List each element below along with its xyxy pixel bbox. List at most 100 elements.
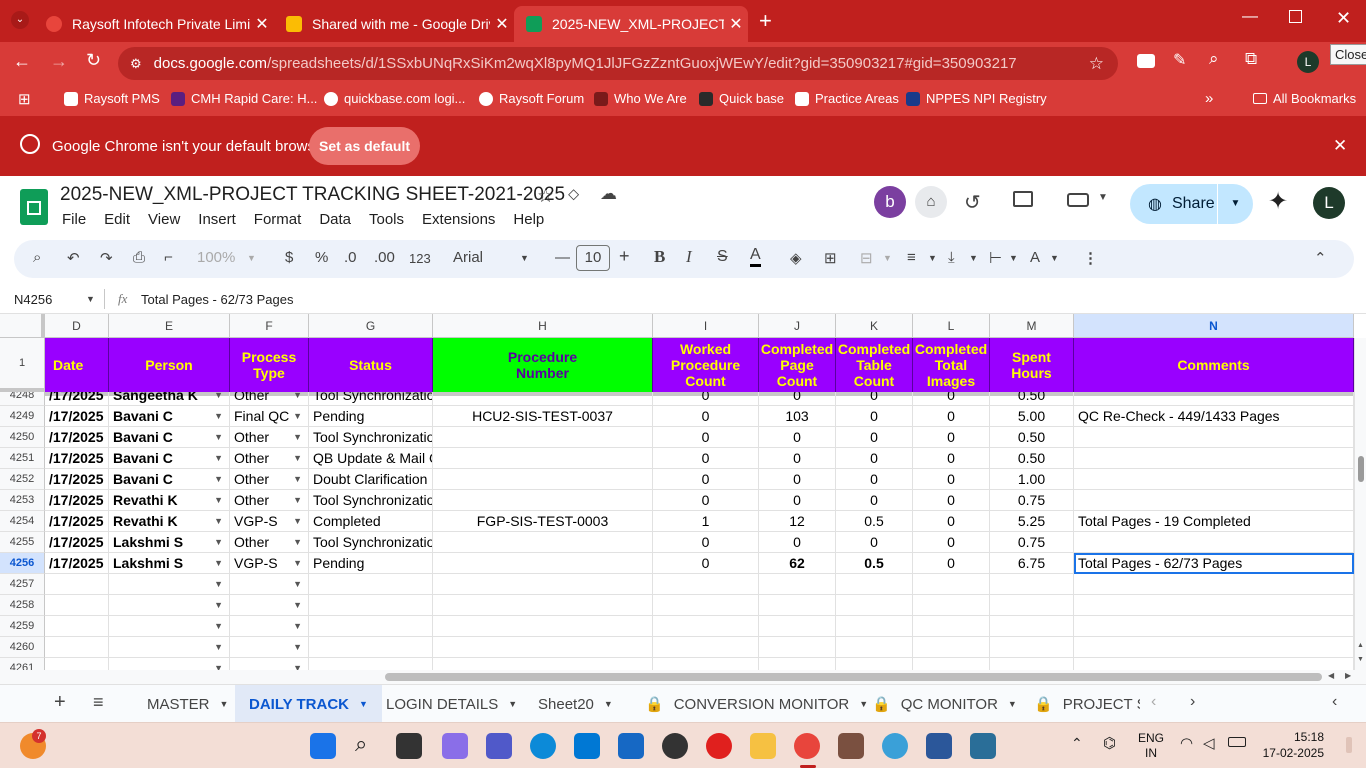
- dropdown-chevron-icon[interactable]: ▼: [214, 432, 223, 442]
- cell-completed-page-count[interactable]: [759, 616, 836, 637]
- sheets-logo-icon[interactable]: [20, 189, 48, 225]
- sheet-tab-conversion-monitor[interactable]: 🔒 CONVERSION MONITOR ▼: [631, 685, 882, 723]
- column-header-l[interactable]: L: [913, 314, 990, 338]
- row-header-1[interactable]: 1: [0, 338, 45, 392]
- opera-icon[interactable]: [706, 733, 732, 759]
- cell-status[interactable]: QB Update & Mail C: [309, 448, 433, 469]
- cell-comments[interactable]: [1074, 448, 1354, 469]
- back-icon[interactable]: ←: [13, 51, 31, 72]
- select-all-corner[interactable]: [0, 314, 45, 338]
- cell-process-type[interactable]: VGP-S ▼: [230, 511, 309, 532]
- merge-cells-icon[interactable]: ⊟: [860, 249, 873, 267]
- row-header[interactable]: 4253: [0, 490, 45, 511]
- cell-completed-table-count[interactable]: 0: [836, 406, 913, 427]
- align-dropdown-icon[interactable]: ▼: [928, 253, 937, 263]
- bookmark-cmh[interactable]: CMH Rapid Care: H...: [171, 91, 317, 106]
- cell-status[interactable]: [309, 616, 433, 637]
- cell-process-type[interactable]: VGP-S ▼: [230, 553, 309, 574]
- cell-completed-total-images[interactable]: 0: [913, 511, 990, 532]
- scroll-up-arrow-icon[interactable]: ▲: [1357, 642, 1364, 649]
- cell-completed-table-count[interactable]: 0.5: [836, 553, 913, 574]
- cell-completed-page-count[interactable]: [759, 574, 836, 595]
- cell-date[interactable]: [45, 574, 109, 595]
- wifi-icon[interactable]: ◠: [1180, 734, 1193, 752]
- all-bookmarks[interactable]: All Bookmarks: [1253, 91, 1356, 106]
- bookmark-quickbase-login[interactable]: quickbase.com logi...: [324, 91, 465, 106]
- dropdown-chevron-icon[interactable]: ▼: [293, 600, 302, 610]
- bookmark-quick-base[interactable]: Quick base: [699, 91, 784, 106]
- chrome-taskbar-icon[interactable]: [794, 733, 820, 759]
- dropdown-chevron-icon[interactable]: ▼: [293, 516, 302, 526]
- cell-completed-page-count[interactable]: [759, 637, 836, 658]
- cell-date[interactable]: [45, 658, 109, 670]
- cell-worked-procedure-count[interactable]: 0: [653, 553, 759, 574]
- scroll-tabs-right-icon[interactable]: ›: [1190, 693, 1195, 711]
- profile-avatar[interactable]: L: [1297, 51, 1319, 73]
- cell-status[interactable]: Completed: [309, 511, 433, 532]
- dropdown-chevron-icon[interactable]: ▼: [293, 474, 302, 484]
- scroll-left-arrow-icon[interactable]: ◀: [1328, 671, 1334, 680]
- font-size-input[interactable]: 10: [576, 245, 610, 271]
- cell-completed-table-count[interactable]: 0: [836, 490, 913, 511]
- cell-date[interactable]: [45, 595, 109, 616]
- sheet-tab-dropdown-icon[interactable]: ▼: [508, 699, 517, 709]
- cell-completed-page-count[interactable]: 0: [759, 469, 836, 490]
- cell-process-type[interactable]: ▼: [230, 637, 309, 658]
- cell-completed-table-count[interactable]: 0: [836, 469, 913, 490]
- more-options-icon[interactable]: ⋮: [1083, 249, 1098, 267]
- cell-status[interactable]: Tool Synchronizatior: [309, 532, 433, 553]
- bookmark-star-icon[interactable]: ☆: [1089, 54, 1104, 74]
- cell-completed-total-images[interactable]: [913, 595, 990, 616]
- cell-spent-hours[interactable]: 0.75: [990, 532, 1074, 553]
- network-status-icon[interactable]: ⌬: [1103, 734, 1116, 752]
- cell-person[interactable]: Lakshmi S ▼: [109, 553, 230, 574]
- cell-procedure-number[interactable]: FGP-SIS-TEST-0003: [433, 511, 653, 532]
- dropdown-chevron-icon[interactable]: ▼: [214, 558, 223, 568]
- merge-dropdown-icon[interactable]: ▼: [883, 253, 892, 263]
- cell-comments[interactable]: [1074, 469, 1354, 490]
- dropdown-chevron-icon[interactable]: ▼: [293, 558, 302, 568]
- apps-grid-icon[interactable]: ⊞: [18, 90, 31, 108]
- cell-person[interactable]: Bavani C ▼: [109, 448, 230, 469]
- dropdown-chevron-icon[interactable]: ▼: [214, 642, 223, 652]
- store-icon[interactable]: [574, 733, 600, 759]
- cell-completed-table-count[interactable]: [836, 595, 913, 616]
- row-header[interactable]: 4257: [0, 574, 45, 595]
- cell-person[interactable]: ▼: [109, 658, 230, 670]
- cell-completed-total-images[interactable]: 0: [913, 427, 990, 448]
- collaborator-avatar[interactable]: b: [874, 186, 906, 218]
- cell-completed-total-images[interactable]: 0: [913, 448, 990, 469]
- cell-worked-procedure-count[interactable]: 0: [653, 406, 759, 427]
- close-tab-icon[interactable]: ✕: [250, 14, 274, 34]
- dropdown-chevron-icon[interactable]: ▼: [214, 537, 223, 547]
- cell-status[interactable]: [309, 595, 433, 616]
- move-folder-icon[interactable]: ⬦: [568, 186, 579, 204]
- column-header-n[interactable]: N: [1074, 314, 1354, 338]
- cell-completed-page-count[interactable]: 0: [759, 532, 836, 553]
- cell-procedure-number[interactable]: [433, 490, 653, 511]
- header-procedure-number[interactable]: Procedure Number: [433, 338, 653, 392]
- extension-icon[interactable]: [1137, 54, 1155, 68]
- tab-sheets-active[interactable]: 2025-NEW_XML-PROJECT TRAC ✕: [514, 6, 748, 42]
- cell-procedure-number[interactable]: [433, 448, 653, 469]
- cell-completed-total-images[interactable]: [913, 658, 990, 670]
- dropdown-chevron-icon[interactable]: ▼: [214, 621, 223, 631]
- cell-status[interactable]: [309, 658, 433, 670]
- minimize-icon[interactable]: —: [1242, 8, 1258, 26]
- cell-comments[interactable]: [1074, 532, 1354, 553]
- increase-decimal-button[interactable]: .00: [374, 249, 395, 266]
- sheet-tab-qc-monitor[interactable]: 🔒 QC MONITOR ▼: [858, 685, 1031, 723]
- battery-icon[interactable]: [1228, 737, 1246, 747]
- cell-status[interactable]: Pending: [309, 406, 433, 427]
- cell-spent-hours[interactable]: [990, 637, 1074, 658]
- valign-dropdown-icon[interactable]: ▼: [969, 253, 978, 263]
- cell-completed-total-images[interactable]: [913, 616, 990, 637]
- cell-comments[interactable]: [1074, 490, 1354, 511]
- clock[interactable]: 15:18 17-02-2025: [1262, 729, 1324, 761]
- borders-icon[interactable]: ⊞: [824, 249, 837, 267]
- cell-completed-table-count[interactable]: [836, 574, 913, 595]
- dropdown-chevron-icon[interactable]: ▼: [214, 663, 223, 670]
- new-tab-icon[interactable]: +: [759, 8, 772, 34]
- cell-completed-page-count[interactable]: 62: [759, 553, 836, 574]
- restore-icon[interactable]: [1289, 10, 1302, 23]
